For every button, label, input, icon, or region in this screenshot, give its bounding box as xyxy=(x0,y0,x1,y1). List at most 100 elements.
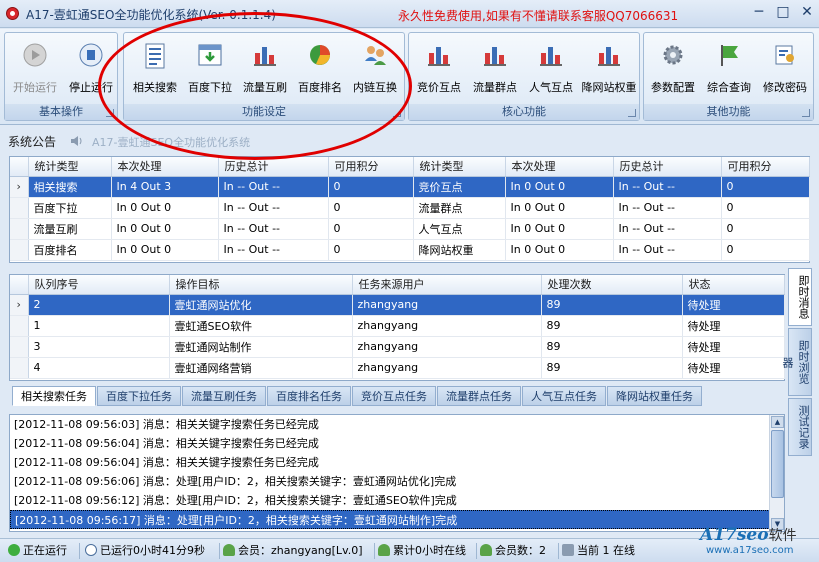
table-cell[interactable]: 百度下拉 xyxy=(28,197,112,219)
table-row[interactable]: › 2 壹虹通网站优化 zhangyang 89 待处理 xyxy=(10,294,785,316)
table-cell[interactable]: In 0 Out 0 xyxy=(111,218,219,240)
table-cell[interactable]: In 0 Out 0 xyxy=(111,197,219,219)
start-run-button[interactable]: 开始运行 xyxy=(9,37,61,99)
table-cell[interactable]: zhangyang xyxy=(352,336,542,358)
table-cell[interactable]: 降网站权重 xyxy=(413,239,506,261)
table-row[interactable]: 3 壹虹通网站制作 zhangyang 89 待处理 xyxy=(10,336,785,358)
queue-column-header[interactable]: 处理次数 xyxy=(541,275,683,295)
table-cell[interactable]: In -- Out -- xyxy=(613,197,722,219)
close-button[interactable]: ✕ xyxy=(795,2,819,22)
side-tab[interactable]: 即时浏览器 xyxy=(781,328,812,396)
scroll-thumb[interactable] xyxy=(771,430,784,498)
table-cell[interactable]: 89 xyxy=(541,315,683,337)
queue-column-header[interactable]: 任务来源用户 xyxy=(352,275,542,295)
table-row[interactable]: 4 壹虹通网络营销 zhangyang 89 待处理 xyxy=(10,357,785,379)
table-cell[interactable]: 0 xyxy=(328,197,414,219)
table-cell[interactable]: 4 xyxy=(28,357,170,379)
table-cell[interactable]: 1 xyxy=(28,315,170,337)
table-cell[interactable]: 百度排名 xyxy=(28,239,112,261)
table-cell[interactable]: 89 xyxy=(541,357,683,379)
table-row[interactable]: 百度下拉 In 0 Out 0 In -- Out -- 0 流量群点 In 0 Out … xyxy=(10,197,810,219)
group-launcher[interactable] xyxy=(393,109,401,117)
stop-run-button[interactable]: 停止运行 xyxy=(65,37,117,99)
table-cell[interactable]: zhangyang xyxy=(352,294,542,316)
change-password-button[interactable]: 修改密码 xyxy=(757,37,813,99)
table-cell[interactable]: In -- Out -- xyxy=(218,176,329,198)
table-cell[interactable]: 0 xyxy=(328,218,414,240)
table-cell[interactable]: In -- Out -- xyxy=(613,218,722,240)
table-cell[interactable]: In -- Out -- xyxy=(218,197,329,219)
table-cell[interactable]: In 0 Out 0 xyxy=(505,218,614,240)
task-tab[interactable]: 流量群点任务 xyxy=(437,386,521,406)
table-cell[interactable]: In -- Out -- xyxy=(218,218,329,240)
table-cell[interactable]: 相关搜索 xyxy=(28,176,112,198)
table-cell[interactable]: 0 xyxy=(328,176,414,198)
log-line[interactable]: [2012-11-08 09:56:12] 消息：处理[用户ID：2，相关搜索关… xyxy=(10,491,784,510)
table-cell[interactable]: 0 xyxy=(721,239,810,261)
stats-column-header[interactable]: 本次处理 xyxy=(111,157,219,177)
table-cell[interactable]: In 4 Out 3 xyxy=(111,176,219,198)
table-cell[interactable]: In -- Out -- xyxy=(218,239,329,261)
internal-link-exchange-button[interactable]: 内链互换 xyxy=(348,37,402,99)
table-cell[interactable]: 人气互点 xyxy=(413,218,506,240)
group-launcher[interactable] xyxy=(106,109,114,117)
queue-column-header[interactable]: 操作目标 xyxy=(169,275,353,295)
related-search-button[interactable]: 相关搜索 xyxy=(128,37,182,99)
stats-column-header[interactable]: 本次处理 xyxy=(505,157,614,177)
log-line[interactable]: [2012-11-08 09:56:04] 消息：相关关键字搜索任务已经完成 xyxy=(10,434,784,453)
stats-column-header[interactable]: 历史总计 xyxy=(613,157,722,177)
stats-column-header[interactable]: 可用积分 xyxy=(328,157,414,177)
stats-column-header[interactable]: 历史总计 xyxy=(218,157,329,177)
table-cell[interactable]: In 0 Out 0 xyxy=(505,197,614,219)
task-tab[interactable]: 流量互刷任务 xyxy=(182,386,266,406)
queue-column-header[interactable]: 队列序号 xyxy=(28,275,170,295)
table-cell[interactable]: In -- Out -- xyxy=(613,176,722,198)
task-tab[interactable]: 竞价互点任务 xyxy=(352,386,436,406)
traffic-group-click-button[interactable]: 流量群点 xyxy=(467,37,523,99)
table-cell[interactable]: 流量群点 xyxy=(413,197,506,219)
general-query-button[interactable]: 综合查询 xyxy=(701,37,757,99)
minimize-button[interactable]: ─ xyxy=(747,2,771,22)
bid-click-exchange-button[interactable]: 竞价互点 xyxy=(411,37,467,99)
task-tab[interactable]: 相关搜索任务 xyxy=(12,386,96,406)
table-row[interactable]: 流量互刷 In 0 Out 0 In -- Out -- 0 人气互点 In 0 Out … xyxy=(10,218,810,240)
table-cell[interactable]: In 0 Out 0 xyxy=(505,239,614,261)
table-cell[interactable]: 壹虹通SEO软件 xyxy=(169,315,353,337)
table-cell[interactable]: 壹虹通网站制作 xyxy=(169,336,353,358)
table-cell[interactable]: In 0 Out 0 xyxy=(505,176,614,198)
baidu-ranking-button[interactable]: 百度排名 xyxy=(293,37,347,99)
stats-column-header[interactable]: 统计类型 xyxy=(413,157,506,177)
popularity-click-button[interactable]: 人气互点 xyxy=(523,37,579,99)
table-cell[interactable]: 0 xyxy=(721,218,810,240)
table-cell[interactable]: 待处理 xyxy=(682,357,785,379)
stats-column-header[interactable]: 可用积分 xyxy=(721,157,810,177)
log-line[interactable]: [2012-11-08 09:56:04] 消息：相关关键字搜索任务已经完成 xyxy=(10,453,784,472)
side-tab[interactable]: 即时消息 xyxy=(788,268,812,326)
log-line[interactable]: [2012-11-08 09:56:06] 消息：处理[用户ID：2，相关搜索关… xyxy=(10,472,784,491)
table-cell[interactable]: 89 xyxy=(541,294,683,316)
maximize-button[interactable]: □ xyxy=(771,2,795,22)
stats-column-header[interactable]: 统计类型 xyxy=(28,157,112,177)
lower-site-weight-button[interactable]: 降网站权重 xyxy=(579,37,639,99)
param-config-button[interactable]: 参数配置 xyxy=(646,37,700,99)
table-cell[interactable]: 待处理 xyxy=(682,294,785,316)
table-cell[interactable]: zhangyang xyxy=(352,315,542,337)
table-cell[interactable]: 竞价互点 xyxy=(413,176,506,198)
group-launcher[interactable] xyxy=(802,109,810,117)
queue-column-header[interactable]: 状态 xyxy=(682,275,785,295)
task-tab[interactable]: 百度排名任务 xyxy=(267,386,351,406)
task-tab[interactable]: 人气互点任务 xyxy=(522,386,606,406)
table-cell[interactable]: In 0 Out 0 xyxy=(111,239,219,261)
side-tab[interactable]: 测试记录 xyxy=(788,398,812,456)
table-cell[interactable]: zhangyang xyxy=(352,357,542,379)
table-cell[interactable]: In -- Out -- xyxy=(613,239,722,261)
table-cell[interactable]: 待处理 xyxy=(682,336,785,358)
table-row[interactable]: 1 壹虹通SEO软件 zhangyang 89 待处理 xyxy=(10,315,785,337)
baidu-dropdown-button[interactable]: 百度下拉 xyxy=(183,37,237,99)
table-cell[interactable]: 壹虹通网站优化 xyxy=(169,294,353,316)
table-cell[interactable]: 2 xyxy=(28,294,170,316)
log-scrollbar[interactable]: ▲ ▼ xyxy=(769,415,784,531)
table-cell[interactable]: 3 xyxy=(28,336,170,358)
table-row[interactable]: 百度排名 In 0 Out 0 In -- Out -- 0 降网站权重 In 0 Out… xyxy=(10,239,810,261)
table-cell[interactable]: 89 xyxy=(541,336,683,358)
